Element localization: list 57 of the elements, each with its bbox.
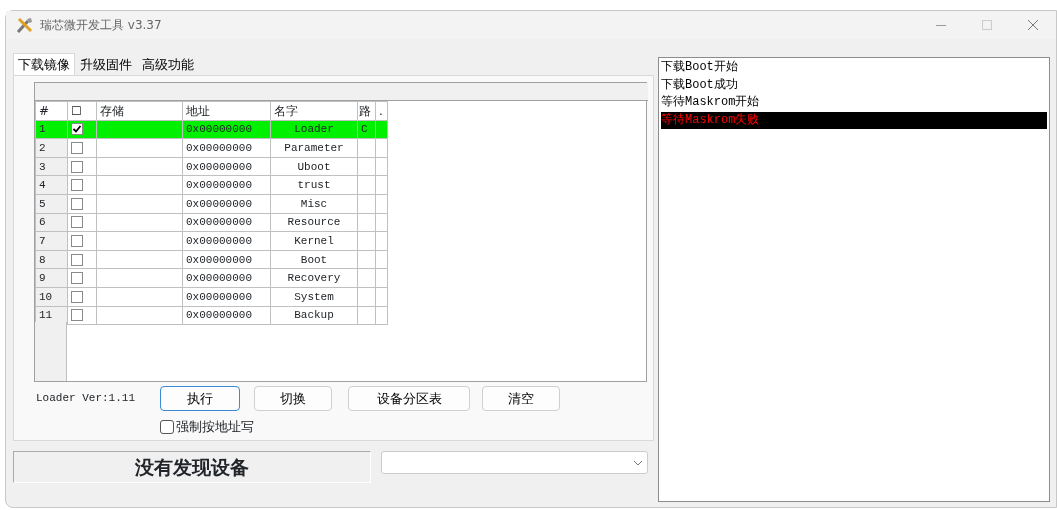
log-entry[interactable]: 下载Boot成功 xyxy=(661,76,1047,95)
action-button[interactable]: 切换 xyxy=(254,386,332,411)
table-cell: Backup xyxy=(270,306,358,325)
maximize-icon xyxy=(982,20,992,30)
tab[interactable]: 下载镜像 xyxy=(13,53,75,75)
column-header[interactable]: ☐ xyxy=(67,101,97,121)
column-header[interactable]: 地址 xyxy=(182,101,271,121)
checkbox[interactable] xyxy=(71,290,83,303)
checkbox[interactable] xyxy=(71,160,83,173)
checkbox[interactable] xyxy=(71,235,83,248)
table-cell: 0x00000000 xyxy=(182,175,271,195)
tab[interactable]: 高级功能 xyxy=(137,53,199,75)
checkbox[interactable] xyxy=(71,197,83,210)
checkbox[interactable] xyxy=(71,253,83,266)
status-text: 没有发现设备 xyxy=(13,451,371,483)
checkbox-label: 强制按地址写 xyxy=(176,418,254,436)
table-cell: 0x00000000 xyxy=(182,138,271,158)
checkbox[interactable] xyxy=(71,142,83,155)
close-icon xyxy=(1028,20,1038,30)
column-header[interactable]: # xyxy=(35,101,68,121)
chevron-down-icon xyxy=(633,459,643,466)
checkbox[interactable] xyxy=(71,309,83,322)
table-cell: 0x00000000 xyxy=(182,231,271,251)
table-cell: Boot xyxy=(270,250,358,269)
checkbox[interactable] xyxy=(71,123,83,136)
action-button[interactable]: 清空 xyxy=(482,386,560,411)
table-cell: 0x00000000 xyxy=(182,250,271,269)
column-header[interactable]: 名字 xyxy=(270,101,358,121)
log-entry[interactable]: 等待Maskrom失败 xyxy=(661,111,1047,130)
table-cell: Recovery xyxy=(270,268,358,288)
checkbox[interactable] xyxy=(71,216,83,229)
table-cell: 0x00000000 xyxy=(182,194,271,214)
table-cell: trust xyxy=(270,175,358,195)
table-cell: Kernel xyxy=(270,231,358,251)
column-header[interactable]: 存储 xyxy=(96,101,183,121)
action-button[interactable]: 设备分区表 xyxy=(348,386,470,411)
table-cell: 0x00000000 xyxy=(182,306,271,325)
checkbox[interactable] xyxy=(160,419,174,434)
loader-version: Loader Ver:1.11 xyxy=(35,391,137,407)
minimize-icon xyxy=(936,24,946,26)
tools-icon xyxy=(16,17,34,33)
table-cell: Misc xyxy=(270,194,358,214)
window-title: 瑞芯微开发工具 v3.37 xyxy=(40,17,162,34)
table-cell: System xyxy=(270,287,358,307)
table-cell: Resource xyxy=(270,213,358,232)
table-cell: 0x00000000 xyxy=(182,157,271,176)
checkbox[interactable] xyxy=(71,179,83,192)
log-entry[interactable]: 下载Boot开始 xyxy=(661,59,1047,77)
table-cell: Parameter xyxy=(270,138,358,158)
table-cell: 0x00000000 xyxy=(182,287,271,307)
table-cell: 0x00000000 xyxy=(182,268,271,288)
checkbox[interactable] xyxy=(71,272,83,285)
action-button[interactable]: 执行 xyxy=(160,386,240,411)
tab[interactable]: 升级固件 xyxy=(75,53,137,75)
log-entry[interactable]: 等待Maskrom开始 xyxy=(661,94,1047,112)
table-cell: 0x00000000 xyxy=(182,213,271,232)
table-cell: Uboot xyxy=(270,157,358,176)
